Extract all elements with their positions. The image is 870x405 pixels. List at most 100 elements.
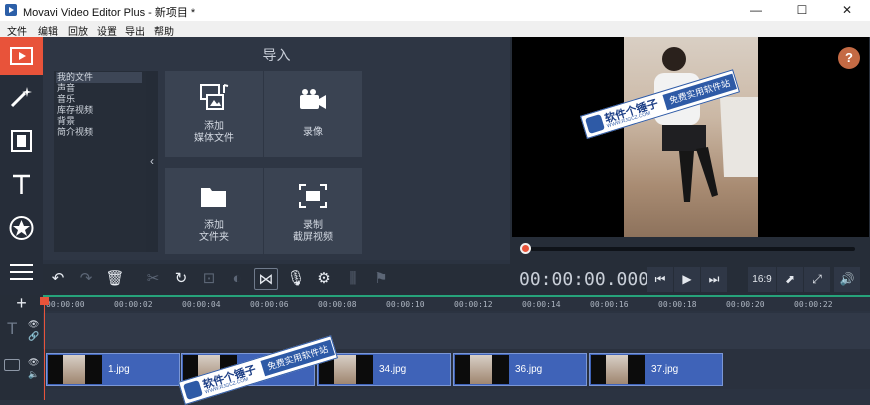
add-folder-button[interactable]: 添加 文件夹 bbox=[165, 168, 263, 254]
editing-toolbar: ↶ ↷ 🗑 ✂ ↻ ⊡ ◐ ⋈ 🎙 ⚙ ⫼ ⚑ bbox=[43, 264, 510, 295]
record-video-button[interactable]: 录像 bbox=[264, 71, 362, 157]
color-adjust-button[interactable]: ◐ bbox=[225, 268, 249, 290]
add-media-label-2: 媒体文件 bbox=[194, 133, 234, 144]
equalizer-icon: ⫼ bbox=[349, 270, 357, 287]
category-music[interactable]: 音乐 bbox=[57, 94, 75, 105]
menu-help[interactable]: 帮助 bbox=[154, 23, 174, 38]
tick-label: 00:00:16 bbox=[590, 300, 629, 309]
scrubber-handle[interactable] bbox=[520, 243, 531, 254]
preview-frame-image bbox=[624, 37, 758, 237]
detach-player-button[interactable]: ⬈ bbox=[777, 267, 803, 292]
tick-label: 00:00:22 bbox=[794, 300, 833, 309]
delete-button[interactable]: 🗑 bbox=[103, 268, 127, 290]
redo-button[interactable]: ↷ bbox=[74, 268, 98, 290]
add-folder-label-2: 文件夹 bbox=[199, 232, 229, 243]
clip-4[interactable]: 36.jpg bbox=[453, 353, 587, 386]
record-audio-button[interactable]: 🎙 bbox=[284, 268, 308, 290]
skip-forward-icon: ⏭ bbox=[708, 272, 720, 286]
menu-playback[interactable]: 回放 bbox=[68, 23, 88, 38]
watermark-logo bbox=[182, 379, 203, 400]
add-media-files-button[interactable]: 添加 媒体文件 bbox=[165, 71, 263, 157]
minimize-button[interactable]: — bbox=[733, 0, 779, 21]
video-track-visibility-toggle[interactable]: 👁 bbox=[28, 357, 39, 368]
collapse-panel-button[interactable]: ‹ bbox=[146, 71, 158, 252]
media-files-icon bbox=[200, 84, 229, 110]
flag-icon: ⚑ bbox=[374, 270, 388, 287]
text-track[interactable] bbox=[43, 313, 870, 349]
category-sounds[interactable]: 声音 bbox=[57, 83, 75, 94]
audio-equalizer-button[interactable]: ⫼ bbox=[341, 268, 365, 290]
volume-button[interactable]: 🔊 bbox=[834, 267, 860, 292]
title-bar: Movavi Video Editor Plus - 新项目 * — ☐ ✕ bbox=[0, 0, 870, 21]
transition-icon: ⋈ bbox=[258, 271, 274, 288]
menu-edit[interactable]: 编辑 bbox=[38, 23, 58, 38]
add-track-button[interactable]: + bbox=[0, 294, 43, 312]
clip-1[interactable]: 1.jpg bbox=[46, 353, 180, 386]
screen-capture-icon bbox=[299, 184, 327, 208]
playback-scrubber[interactable] bbox=[523, 247, 855, 251]
external-window-icon: ⬈ bbox=[784, 272, 796, 286]
add-folder-label-1: 添加 bbox=[204, 220, 224, 231]
text-track-visibility-toggle[interactable]: 👁 bbox=[28, 319, 39, 330]
clip-thumbnail bbox=[455, 355, 509, 384]
import-icon bbox=[10, 47, 33, 65]
menu-file[interactable]: 文件 bbox=[7, 23, 27, 38]
gear-icon: ⚙ bbox=[317, 270, 331, 287]
person-figure bbox=[654, 47, 758, 202]
clip-5[interactable]: 37.jpg bbox=[589, 353, 723, 386]
sidebar-more-button[interactable] bbox=[0, 252, 43, 290]
tool-sidebar bbox=[0, 37, 43, 295]
aspect-ratio-button[interactable]: 16:9 bbox=[748, 267, 776, 292]
split-button[interactable]: ✂ bbox=[141, 268, 165, 290]
sidebar-titles-button[interactable] bbox=[0, 165, 43, 203]
tick-label: 00:00:14 bbox=[522, 300, 561, 309]
category-my-files[interactable]: 我的文件 bbox=[56, 72, 142, 83]
sidebar-stickers-button[interactable] bbox=[0, 208, 43, 246]
video-track-mute-toggle[interactable]: 🔈 bbox=[28, 369, 39, 380]
record-video-label: 录像 bbox=[303, 127, 323, 138]
crop-button[interactable]: ⊡ bbox=[197, 268, 221, 290]
tick-label: 00:00:12 bbox=[454, 300, 493, 309]
text-track-lock-toggle[interactable]: 🔗 bbox=[28, 331, 39, 342]
play-button[interactable]: ▶ bbox=[674, 267, 700, 292]
next-frame-button[interactable]: ⏭ bbox=[701, 267, 727, 292]
watermark-logo bbox=[584, 113, 605, 134]
menu-settings[interactable]: 设置 bbox=[97, 23, 117, 38]
previous-frame-button[interactable]: ⏮ bbox=[647, 267, 673, 292]
redo-icon: ↷ bbox=[79, 270, 93, 287]
crop-icon: ⊡ bbox=[202, 270, 216, 287]
undo-button[interactable]: ↶ bbox=[46, 268, 70, 290]
skip-back-icon: ⏮ bbox=[654, 272, 666, 286]
fullscreen-icon: ⤢ bbox=[812, 272, 822, 286]
video-track[interactable]: 1.jpg 34.jpg 36.jpg 37.jpg bbox=[43, 349, 870, 389]
category-backgrounds[interactable]: 背景 bbox=[57, 116, 75, 127]
undo-icon: ↶ bbox=[51, 270, 65, 287]
sidebar-import-button[interactable] bbox=[0, 37, 43, 75]
playhead[interactable] bbox=[44, 297, 45, 400]
category-intro-video[interactable]: 简介视频 bbox=[57, 127, 93, 138]
sidebar-transitions-button[interactable] bbox=[0, 122, 43, 160]
help-button[interactable]: ? bbox=[838, 47, 860, 69]
menu-icon bbox=[10, 264, 33, 280]
clip-name: 36.jpg bbox=[515, 364, 543, 375]
fullscreen-button[interactable]: ⤢ bbox=[804, 267, 830, 292]
category-stock-video[interactable]: 库存视频 bbox=[57, 105, 93, 116]
time-ruler[interactable]: 00:00:00 00:00:02 00:00:04 00:00:06 00:0… bbox=[43, 295, 870, 311]
clip-thumbnail bbox=[48, 355, 102, 384]
close-button[interactable]: ✕ bbox=[824, 0, 870, 21]
rotate-button[interactable]: ↻ bbox=[169, 268, 193, 290]
folder-icon bbox=[201, 188, 226, 207]
transition-button[interactable]: ⋈ bbox=[254, 268, 278, 290]
maximize-button[interactable]: ☐ bbox=[779, 0, 825, 21]
color-adjust-icon: ◐ bbox=[232, 270, 242, 287]
record-screencast-button[interactable]: 录制 截屏视频 bbox=[264, 168, 362, 254]
menu-export[interactable]: 导出 bbox=[125, 23, 145, 38]
track-headers: T 👁 🔗 👁 🔈 bbox=[0, 311, 43, 400]
marker-button[interactable]: ⚑ bbox=[369, 268, 393, 290]
add-media-label-1: 添加 bbox=[204, 121, 224, 132]
window-title: Movavi Video Editor Plus - 新项目 * bbox=[23, 7, 196, 19]
sidebar-filters-button[interactable] bbox=[0, 78, 43, 116]
clip-properties-button[interactable]: ⚙ bbox=[312, 268, 336, 290]
import-panel: 导入 我的文件 声音 音乐 库存视频 背景 简介视频 ‹ 添加 媒体文件 录像 … bbox=[43, 37, 510, 260]
tick-label: 00:00:04 bbox=[182, 300, 221, 309]
